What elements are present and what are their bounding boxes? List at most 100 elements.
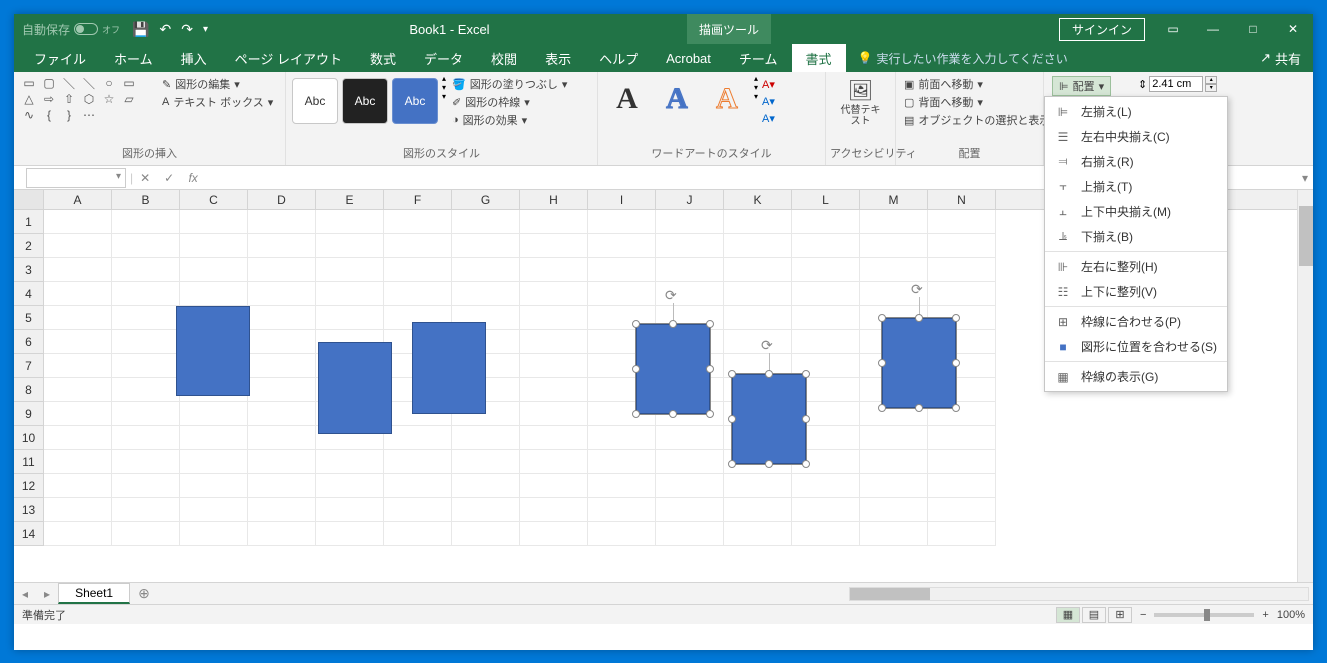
rotate-handle-icon[interactable]: ⟳ [761, 337, 777, 353]
cell[interactable] [44, 498, 112, 522]
tab-page-layout[interactable]: ページ レイアウト [221, 44, 356, 72]
qat-more-icon[interactable]: ▾ [203, 24, 208, 35]
cell[interactable] [520, 282, 588, 306]
cell[interactable] [44, 210, 112, 234]
cell[interactable] [656, 450, 724, 474]
col-header-C[interactable]: C [180, 190, 248, 209]
cell[interactable] [588, 282, 656, 306]
cell[interactable] [928, 258, 996, 282]
align-right-item[interactable]: ⫤右揃え(R) [1045, 149, 1227, 174]
cell[interactable] [860, 522, 928, 546]
distribute-h-item[interactable]: ⊪左右に整列(H) [1045, 254, 1227, 279]
snap-to-shape-item[interactable]: ■図形に位置を合わせる(S) [1045, 334, 1227, 359]
cell[interactable] [860, 258, 928, 282]
shape-style-1[interactable]: Abc [292, 78, 338, 124]
cell[interactable] [452, 282, 520, 306]
rect-icon[interactable]: ▢ [40, 76, 58, 90]
cell[interactable] [180, 282, 248, 306]
cell[interactable] [384, 258, 452, 282]
view-normal-icon[interactable]: ▦ [1056, 607, 1080, 623]
cell[interactable] [656, 258, 724, 282]
cell[interactable] [588, 234, 656, 258]
cell[interactable] [928, 234, 996, 258]
cell[interactable] [316, 474, 384, 498]
cell[interactable] [44, 402, 112, 426]
cell[interactable] [520, 426, 588, 450]
cell[interactable] [452, 234, 520, 258]
cell[interactable] [180, 474, 248, 498]
tab-insert[interactable]: 挿入 [167, 44, 221, 72]
align-button[interactable]: ⊫ 配置▾ [1052, 76, 1111, 96]
send-backward-button[interactable]: ▢背面へ移動▾ [904, 94, 1050, 110]
cell[interactable] [520, 378, 588, 402]
alt-text-button[interactable]: 🖼 代替テキスト [830, 74, 891, 131]
shape-style-3[interactable]: Abc [392, 78, 438, 124]
align-middle-v-item[interactable]: ⫠上下中央揃え(M) [1045, 199, 1227, 224]
cancel-formula-icon[interactable]: ✕ [133, 171, 157, 185]
cell[interactable] [792, 498, 860, 522]
col-header-L[interactable]: L [792, 190, 860, 209]
cell[interactable] [656, 474, 724, 498]
text-box-button[interactable]: Aテキスト ボックス▾ [162, 94, 273, 110]
cell[interactable] [724, 306, 792, 330]
sheet-nav-prev-icon[interactable]: ◂ [14, 587, 36, 601]
cell[interactable] [792, 258, 860, 282]
col-header-F[interactable]: F [384, 190, 452, 209]
cell[interactable] [928, 282, 996, 306]
cell[interactable] [724, 234, 792, 258]
shape-fill-button[interactable]: 🪣図形の塗りつぶし▾ [452, 76, 567, 92]
line2-icon[interactable]: ＼ [80, 76, 98, 90]
cell[interactable] [248, 378, 316, 402]
shape-rect-3[interactable] [412, 322, 486, 414]
tab-file[interactable]: ファイル [20, 44, 100, 72]
cell[interactable] [520, 474, 588, 498]
shape-style-more[interactable]: ▴▾▾ [440, 74, 448, 101]
cell[interactable] [44, 306, 112, 330]
arrowu-icon[interactable]: ⇧ [60, 92, 78, 106]
cell[interactable] [452, 426, 520, 450]
cell[interactable] [180, 498, 248, 522]
cell[interactable] [112, 450, 180, 474]
cell[interactable] [316, 210, 384, 234]
oval-icon[interactable]: ○ [100, 76, 118, 90]
cell[interactable] [588, 522, 656, 546]
cell[interactable] [792, 210, 860, 234]
col-header-J[interactable]: J [656, 190, 724, 209]
autosave-toggle[interactable]: 自動保存 オフ [14, 21, 128, 38]
tab-acrobat[interactable]: Acrobat [652, 44, 725, 72]
triangle-icon[interactable]: △ [20, 92, 38, 106]
cell[interactable] [44, 474, 112, 498]
cell[interactable] [384, 450, 452, 474]
cell[interactable] [44, 330, 112, 354]
cell[interactable] [724, 522, 792, 546]
redo-icon[interactable]: ↷ [181, 21, 193, 38]
shape-style-2[interactable]: Abc [342, 78, 388, 124]
cell[interactable] [520, 354, 588, 378]
shape-rect-6-selected[interactable]: ⟳ [882, 318, 956, 408]
cell[interactable] [180, 402, 248, 426]
cell[interactable] [724, 282, 792, 306]
cell[interactable] [44, 378, 112, 402]
zoom-out-icon[interactable]: − [1140, 609, 1146, 621]
row-header-7[interactable]: 7 [14, 354, 44, 378]
cell[interactable] [860, 234, 928, 258]
cell[interactable] [656, 522, 724, 546]
cell[interactable] [860, 210, 928, 234]
fx-icon[interactable]: fx [181, 171, 205, 185]
cell[interactable] [656, 498, 724, 522]
cell[interactable] [248, 282, 316, 306]
snap-to-grid-item[interactable]: ⊞枠線に合わせる(P) [1045, 309, 1227, 334]
cell[interactable] [112, 426, 180, 450]
cell[interactable] [792, 282, 860, 306]
cell[interactable] [248, 306, 316, 330]
text-fill-icon[interactable]: A▾ [762, 78, 775, 91]
wordart-style-2[interactable]: A [654, 76, 700, 122]
cell[interactable] [520, 402, 588, 426]
star-icon[interactable]: ☆ [100, 92, 118, 106]
cell[interactable] [452, 474, 520, 498]
brace2-icon[interactable]: } [60, 108, 78, 122]
wordart-more[interactable]: ▴▾▾ [752, 74, 760, 101]
col-header-I[interactable]: I [588, 190, 656, 209]
cell[interactable] [792, 330, 860, 354]
cell[interactable] [44, 282, 112, 306]
